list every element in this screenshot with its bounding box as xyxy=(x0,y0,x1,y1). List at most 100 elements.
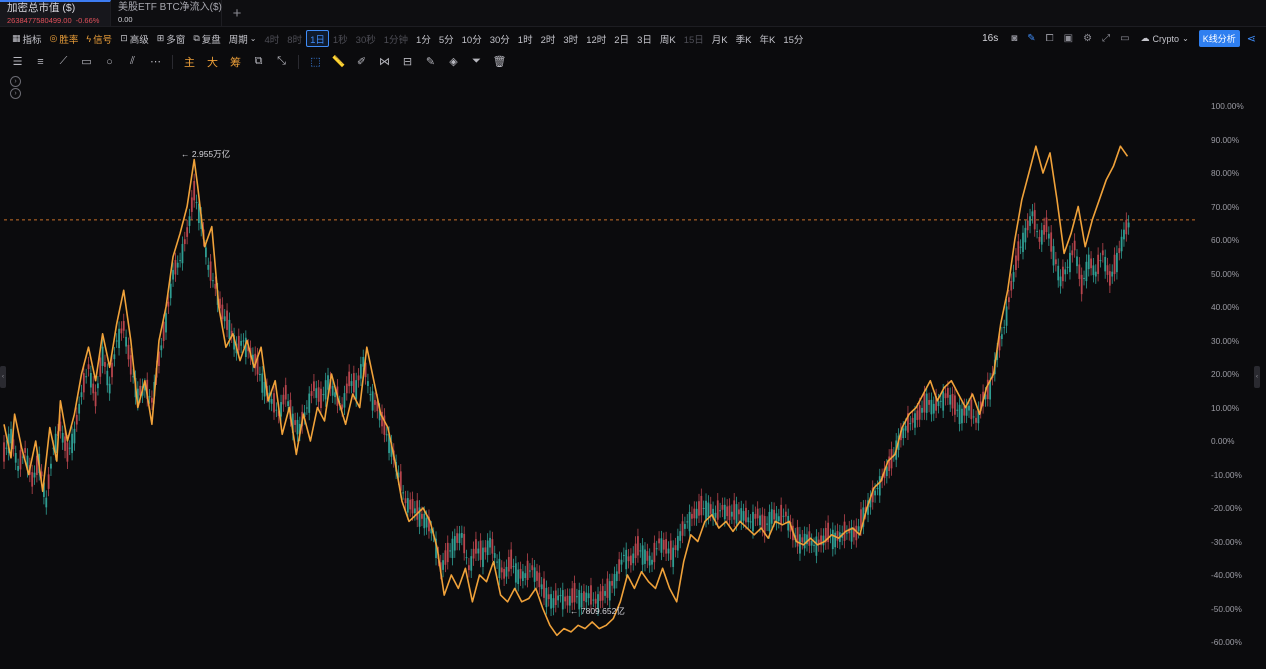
magnet-icon[interactable]: ◈ xyxy=(442,52,465,72)
period-15d[interactable]: 15日 xyxy=(680,30,708,48)
candle-body xyxy=(836,531,839,541)
candle-body xyxy=(1012,272,1015,282)
note-icon[interactable]: ✎ xyxy=(419,52,442,72)
screen-icon[interactable]: ▭ xyxy=(1115,33,1134,44)
copy-icon[interactable]: ⧉ xyxy=(247,52,270,72)
large-order-toggle[interactable]: 大 xyxy=(201,52,224,72)
period-1h[interactable]: 1时 xyxy=(514,30,537,48)
review-button[interactable]: ⧉ 复盘 xyxy=(189,30,224,48)
period-1m[interactable]: 1分 xyxy=(412,30,435,48)
market-selector[interactable]: ☁ Crypto ⌄ xyxy=(1135,33,1195,44)
candle-body xyxy=(1097,254,1100,275)
period-10m[interactable]: 10分 xyxy=(458,30,486,48)
candle-body xyxy=(275,409,278,411)
candle-body xyxy=(902,428,905,439)
period-dropdown[interactable]: 周期 ⌄ xyxy=(225,30,261,48)
candle-body xyxy=(1000,334,1003,340)
period-30m[interactable]: 30分 xyxy=(486,30,514,48)
main-chart-toggle[interactable]: 主 xyxy=(178,52,201,72)
lock-icon[interactable]: ⊟ xyxy=(396,52,419,72)
candle-body xyxy=(172,269,174,280)
add-tab-button[interactable]: + xyxy=(224,0,250,26)
period-1s[interactable]: 1秒 xyxy=(329,30,352,48)
right-panel-handle[interactable]: ‹ xyxy=(1254,366,1260,388)
filter-icon[interactable]: ⏷ xyxy=(465,52,488,72)
period-4h[interactable]: 4时 xyxy=(260,30,283,48)
candle-body xyxy=(803,533,806,549)
ruler-icon[interactable]: 📏 xyxy=(327,52,350,72)
candle-body xyxy=(406,498,409,513)
refresh-interval[interactable]: 16s xyxy=(980,33,1006,44)
template-icon[interactable]: ▣ xyxy=(1059,33,1078,44)
period-12h[interactable]: 12时 xyxy=(582,30,610,48)
period-5m[interactable]: 5分 xyxy=(435,30,458,48)
fibonacci-icon[interactable]: ⫽ xyxy=(121,52,144,72)
period-30s[interactable]: 30秒 xyxy=(352,30,380,48)
candle-body xyxy=(73,428,76,444)
parallel-lines-icon[interactable]: ≡ xyxy=(29,52,52,72)
candle-body xyxy=(99,357,102,377)
rectangle-icon[interactable]: ▭ xyxy=(75,52,98,72)
y-axis-tick-label: 0.00% xyxy=(1211,436,1235,446)
brush-icon[interactable]: ✐ xyxy=(350,52,373,72)
left-panel-handle[interactable]: ‹ xyxy=(0,366,6,388)
period-quarter[interactable]: 季K xyxy=(732,30,756,48)
y-axis-tick-label: 30.00% xyxy=(1211,335,1240,346)
indicators-button[interactable]: ▦ 指标 xyxy=(8,30,46,48)
expand-indicator-icon[interactable]: › xyxy=(10,76,21,87)
measure-icon[interactable]: ⤡ xyxy=(270,52,293,72)
candle-body xyxy=(1040,230,1043,245)
camera-icon[interactable]: ◙ xyxy=(1006,33,1022,44)
period-2d[interactable]: 2日 xyxy=(610,30,633,48)
candle-body xyxy=(371,391,374,411)
period-3d[interactable]: 3日 xyxy=(633,30,656,48)
candle-body xyxy=(1123,229,1125,240)
period-8h[interactable]: 8时 xyxy=(283,30,306,48)
period-15m[interactable]: 15分 xyxy=(779,30,807,48)
period-year[interactable]: 年K xyxy=(755,30,779,48)
candle-body xyxy=(857,526,860,532)
candle-body xyxy=(1073,240,1076,251)
chip-distribution-toggle[interactable]: 筹 xyxy=(224,52,247,72)
candle-body xyxy=(599,591,602,601)
period-month[interactable]: 月K xyxy=(708,30,732,48)
more-tools-icon[interactable]: ⋯ xyxy=(144,52,167,72)
period-1d[interactable]: 1日 xyxy=(306,30,329,47)
candle-body xyxy=(50,463,52,469)
candle-body xyxy=(226,310,228,330)
candle-body xyxy=(571,588,574,603)
trend-line-icon[interactable]: ⟋ xyxy=(52,52,75,72)
advanced-button[interactable]: ⊡ 高级 xyxy=(116,30,153,48)
expand-indicator-icon[interactable]: › xyxy=(10,88,21,99)
chart-canvas[interactable] xyxy=(0,73,1266,669)
horizontal-lines-icon[interactable]: ☰ xyxy=(6,52,29,72)
candle-body xyxy=(914,413,916,428)
fullscreen-icon[interactable]: ⤢ xyxy=(1097,33,1115,44)
candle-body xyxy=(463,533,466,554)
kline-analysis-button[interactable]: K线分析 xyxy=(1198,30,1240,47)
win-rate-button[interactable]: ◎ 胜率 xyxy=(46,30,83,48)
tab-title: 加密总市值 ($) xyxy=(7,2,76,14)
candle-body xyxy=(714,512,717,518)
candle-body xyxy=(1101,250,1104,256)
select-icon[interactable]: ⬚ xyxy=(304,52,327,72)
settings-gear-icon[interactable]: ⚙ xyxy=(1078,33,1097,44)
pen-icon[interactable]: ✎ xyxy=(1022,33,1040,44)
period-1min[interactable]: 1分钟 xyxy=(380,30,412,48)
period-3h[interactable]: 3时 xyxy=(559,30,582,48)
candle-body xyxy=(909,423,912,425)
share-icon[interactable]: ⋖ xyxy=(1245,32,1266,45)
pattern-icon[interactable]: ⋈ xyxy=(373,52,396,72)
period-2h[interactable]: 2时 xyxy=(537,30,560,48)
candle-body xyxy=(1047,233,1050,239)
period-week[interactable]: 周K xyxy=(656,30,680,48)
price-chart[interactable]: › › ‹ ‹ 100.00% 90.00% 80.00% 70.00% 60.00% 5… xyxy=(0,73,1266,669)
candle-body xyxy=(810,540,813,546)
trash-icon[interactable]: 🗑 xyxy=(488,52,511,72)
tab-crypto-total-market-cap[interactable]: 加密总市值 ($) 2638477580499.00 -0.66% xyxy=(0,0,111,26)
layout-icon[interactable]: ⧠ xyxy=(1041,33,1059,44)
tab-us-etf-btc-netflow[interactable]: 美股ETF BTC净流入($) 0.00 xyxy=(111,0,222,26)
signals-button[interactable]: ϟ 信号 xyxy=(82,30,116,48)
multi-window-button[interactable]: ⊞ 多窗 xyxy=(153,30,190,48)
circle-icon[interactable]: ○ xyxy=(98,52,121,72)
